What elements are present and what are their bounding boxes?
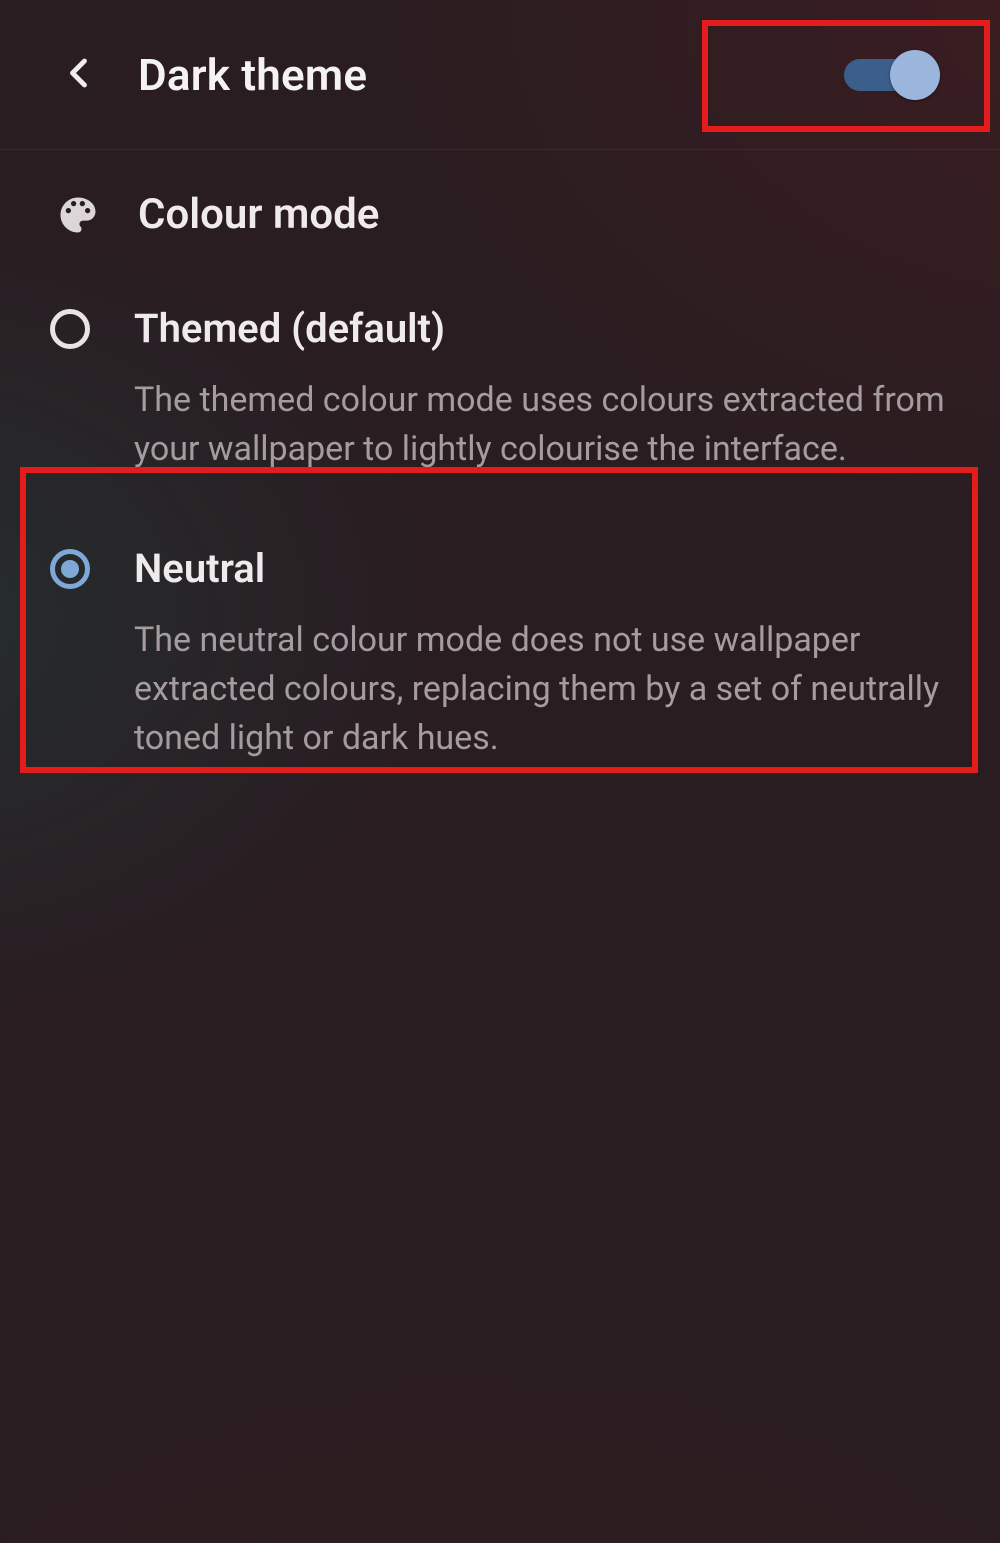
radio-unchecked-icon: [50, 309, 90, 349]
toggle-thumb: [890, 50, 940, 100]
chevron-left-icon: [62, 55, 98, 94]
option-themed-text: Themed (default) The themed colour mode …: [134, 305, 950, 475]
palette-icon: [50, 194, 106, 236]
option-themed-label: Themed (default): [134, 305, 950, 352]
option-themed-description: The themed colour mode uses colours extr…: [134, 376, 950, 475]
option-themed[interactable]: Themed (default) The themed colour mode …: [0, 269, 1000, 509]
colour-mode-section-header: Colour mode: [0, 150, 1000, 249]
back-button[interactable]: [50, 45, 110, 105]
dark-theme-toggle-wrap: [828, 36, 950, 114]
colour-mode-options: Themed (default) The themed colour mode …: [0, 249, 1000, 797]
dark-theme-toggle[interactable]: [844, 50, 934, 100]
option-neutral-text: Neutral The neutral colour mode does not…: [134, 545, 950, 764]
option-neutral-label: Neutral: [134, 545, 950, 592]
radio-checked-icon: [50, 549, 90, 589]
colour-mode-title: Colour mode: [138, 190, 379, 239]
page-title: Dark theme: [138, 49, 367, 101]
option-neutral[interactable]: Neutral The neutral colour mode does not…: [0, 509, 1000, 798]
option-neutral-description: The neutral colour mode does not use wal…: [134, 616, 950, 764]
header: Dark theme: [0, 0, 1000, 150]
